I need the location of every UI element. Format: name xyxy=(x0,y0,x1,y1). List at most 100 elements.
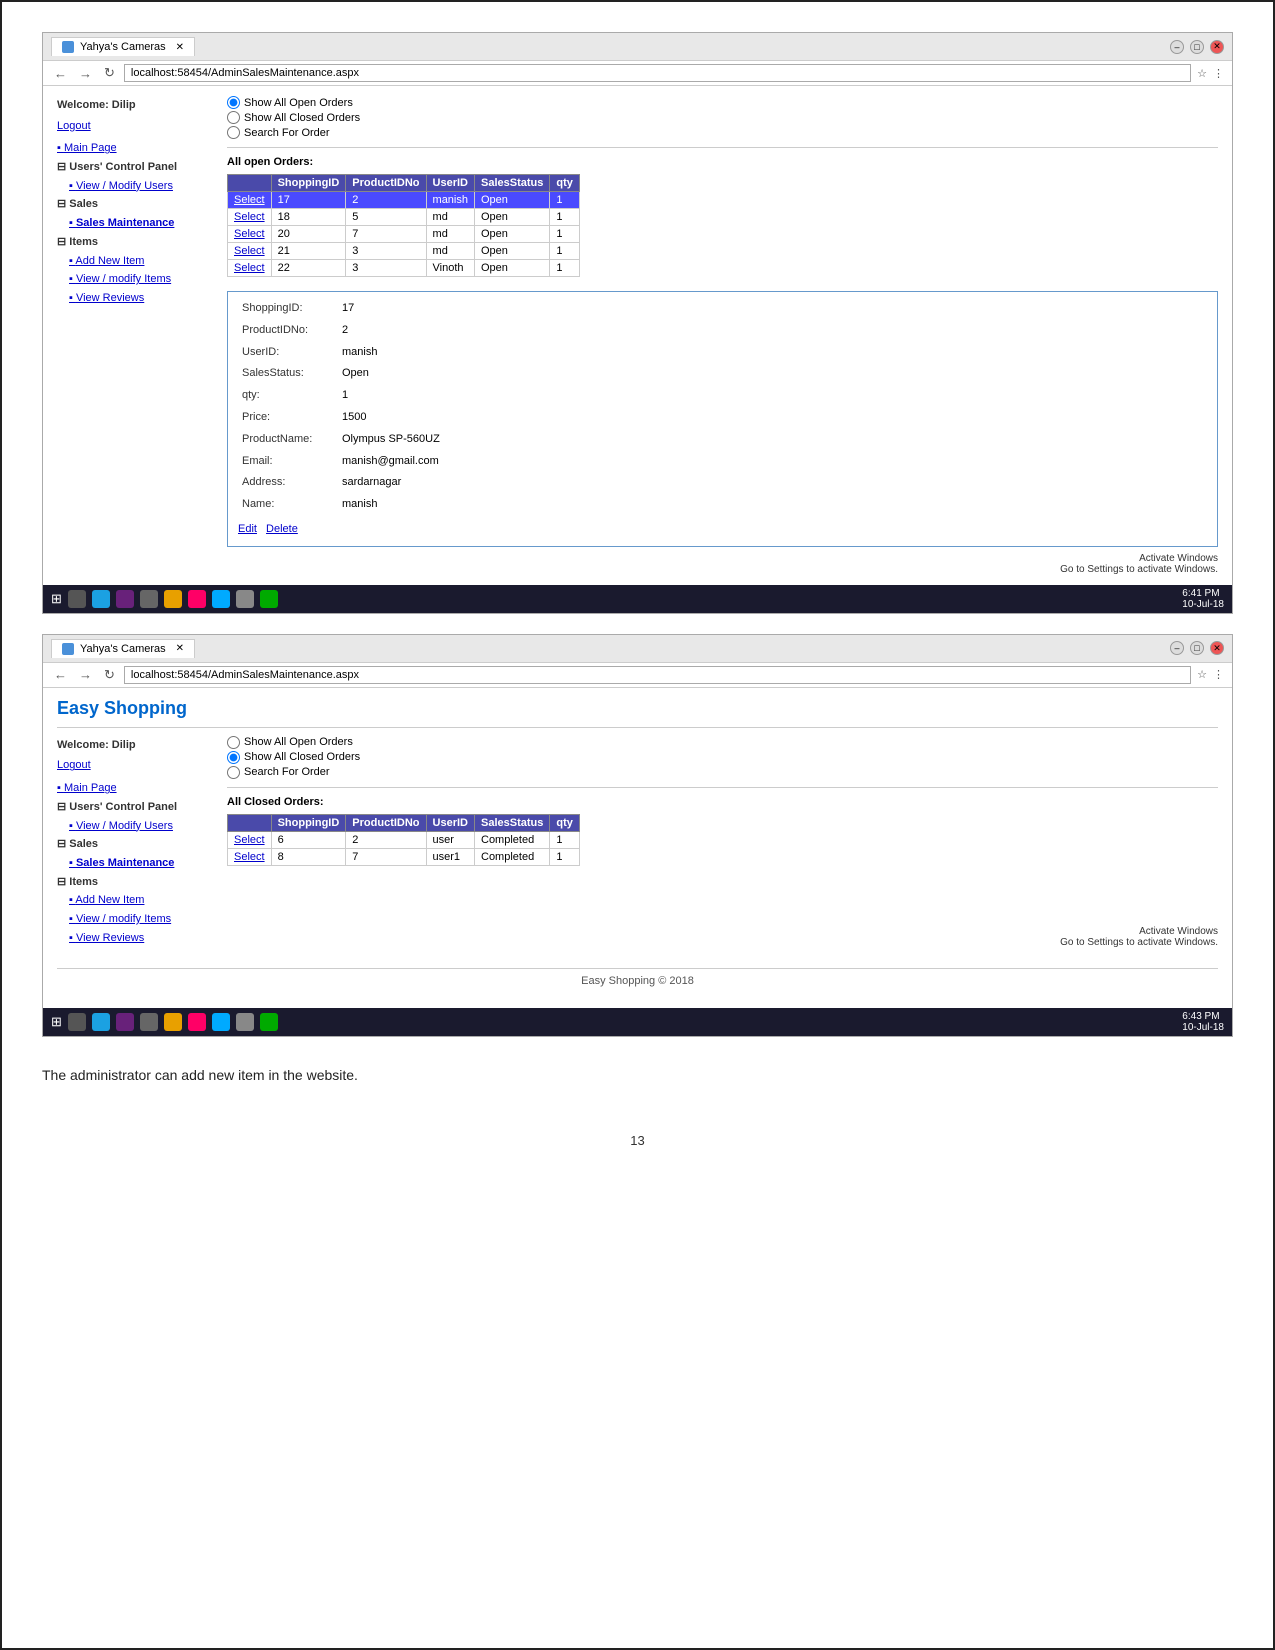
view-modify-users-1[interactable]: View / Modify Users xyxy=(69,177,217,196)
view-modify-items-link-1[interactable]: View / modify Items xyxy=(69,270,217,289)
taskbar-icon-tools-2[interactable] xyxy=(140,1013,158,1031)
taskbar-icon-app2-1[interactable] xyxy=(212,590,230,608)
users-control-panel-1[interactable]: Users' Control Panel xyxy=(57,158,217,177)
tab-close-2[interactable]: ✕ xyxy=(176,643,184,654)
back-btn-1[interactable]: ← xyxy=(51,66,70,81)
view-modify-items-link-2[interactable]: View / modify Items xyxy=(69,910,217,929)
view-reviews-link-2[interactable]: View Reviews xyxy=(69,929,217,948)
taskbar-icon-app1-2[interactable] xyxy=(188,1013,206,1031)
bookmark-icon-1[interactable]: ☆ xyxy=(1197,67,1207,80)
users-control-panel-2[interactable]: Users' Control Panel xyxy=(57,798,217,817)
taskbar-icon-vs-1[interactable] xyxy=(116,590,134,608)
select-link-20[interactable]: Select xyxy=(234,228,265,240)
logout-link-1[interactable]: Logout xyxy=(57,117,217,136)
address-input-2[interactable] xyxy=(124,666,1191,684)
taskbar-icon-app3-2[interactable] xyxy=(236,1013,254,1031)
taskbar-icon-vs-2[interactable] xyxy=(116,1013,134,1031)
cell-qty-18: 1 xyxy=(550,209,580,226)
restore-btn-2[interactable]: □ xyxy=(1190,641,1204,655)
radio-open-label-1: Show All Open Orders xyxy=(244,97,353,109)
select-link-8[interactable]: Select xyxy=(234,851,265,863)
back-btn-2[interactable]: ← xyxy=(51,667,70,682)
content-area-1: Show All Open Orders Show All Closed Ord… xyxy=(227,96,1218,575)
edit-link-1[interactable]: Edit xyxy=(238,523,257,535)
radio-open-orders-2[interactable]: Show All Open Orders xyxy=(227,736,1218,749)
delete-link-1[interactable]: Delete xyxy=(266,523,298,535)
refresh-btn-2[interactable]: ↻ xyxy=(101,667,118,683)
cell-productid-17: 2 xyxy=(346,192,426,209)
addressbar-1: ← → ↻ ☆ ⋮ xyxy=(43,61,1232,86)
select-link-22[interactable]: Select xyxy=(234,262,265,274)
minimize-btn-2[interactable]: – xyxy=(1170,641,1184,655)
taskbar-icon-grid-2[interactable] xyxy=(68,1013,86,1031)
main-page-link-1[interactable]: Main Page xyxy=(57,139,217,158)
taskbar-icon-app4-1[interactable] xyxy=(260,590,278,608)
logout-link-2[interactable]: Logout xyxy=(57,756,217,775)
value-userid: manish xyxy=(338,342,444,364)
cell-qty-6: 1 xyxy=(550,831,580,848)
main-page-link-2[interactable]: Main Page xyxy=(57,779,217,798)
table-row: Select 22 3 Vinoth Open 1 xyxy=(228,260,580,277)
radio-closed-orders-2[interactable]: Show All Closed Orders xyxy=(227,751,1218,764)
radio-open-orders-1[interactable]: Show All Open Orders xyxy=(227,96,1218,109)
detail-row: SalesStatus: Open xyxy=(238,363,444,385)
view-reviews-link-1[interactable]: View Reviews xyxy=(69,289,217,308)
divider-2 xyxy=(227,787,1218,788)
th-qty-2: qty xyxy=(550,814,580,831)
taskbar-icon-tools-1[interactable] xyxy=(140,590,158,608)
select-link-21[interactable]: Select xyxy=(234,245,265,257)
radio-search-order-1[interactable]: Search For Order xyxy=(227,126,1218,139)
footer-text-2: Easy Shopping © 2018 xyxy=(581,975,694,987)
taskbar-icon-folder-1[interactable] xyxy=(164,590,182,608)
tab-close-1[interactable]: ✕ xyxy=(176,42,184,53)
add-new-item-link-1[interactable]: Add New Item xyxy=(69,252,217,271)
select-link-6[interactable]: Select xyxy=(234,834,265,846)
menu-icon-2[interactable]: ⋮ xyxy=(1213,668,1224,681)
view-modify-users-2[interactable]: View / Modify Users xyxy=(69,817,217,836)
close-btn-2[interactable]: ✕ xyxy=(1210,641,1224,655)
browser-content-1: Welcome: Dilip Logout Main Page Users' C… xyxy=(43,86,1232,585)
detail-row: ShoppingID: 17 xyxy=(238,298,444,320)
sales-maintenance-link-2[interactable]: Sales Maintenance xyxy=(69,854,217,873)
forward-btn-1[interactable]: → xyxy=(76,66,95,81)
divider-1 xyxy=(227,147,1218,148)
cell-productid-18: 5 xyxy=(346,209,426,226)
taskbar-icon-app1-1[interactable] xyxy=(188,590,206,608)
browser-tab-1[interactable]: Yahya's Cameras ✕ xyxy=(51,37,195,56)
sales-header-1[interactable]: Sales xyxy=(57,195,217,214)
value-email: manish@gmail.com xyxy=(338,451,444,473)
value-qty: 1 xyxy=(338,385,444,407)
orders-table-2: ShoppingID ProductIDNo UserID SalesStatu… xyxy=(227,814,580,866)
activate-title-2: Activate Windows xyxy=(1139,926,1218,937)
add-new-item-link-2[interactable]: Add New Item xyxy=(69,891,217,910)
taskbar-icon-edge-1[interactable] xyxy=(92,590,110,608)
start-btn-1[interactable]: ⊞ xyxy=(51,591,62,607)
items-header-2[interactable]: Items xyxy=(57,873,217,892)
select-link-18[interactable]: Select xyxy=(234,211,265,223)
taskbar-icon-edge-2[interactable] xyxy=(92,1013,110,1031)
radio-search-order-2[interactable]: Search For Order xyxy=(227,766,1218,779)
taskbar-icon-folder-2[interactable] xyxy=(164,1013,182,1031)
taskbar-icon-app3-1[interactable] xyxy=(236,590,254,608)
menu-icon-1[interactable]: ⋮ xyxy=(1213,67,1224,80)
radio-closed-orders-1[interactable]: Show All Closed Orders xyxy=(227,111,1218,124)
browser-tab-2[interactable]: Yahya's Cameras ✕ xyxy=(51,639,195,658)
items-header-1[interactable]: Items xyxy=(57,233,217,252)
address-input-1[interactable] xyxy=(124,64,1191,82)
bookmark-icon-2[interactable]: ☆ xyxy=(1197,668,1207,681)
minimize-btn-1[interactable]: – xyxy=(1170,40,1184,54)
th-select-1 xyxy=(228,175,272,192)
select-link-17[interactable]: Select xyxy=(234,194,265,206)
taskbar-icon-grid-1[interactable] xyxy=(68,590,86,608)
taskbar-icon-app4-2[interactable] xyxy=(260,1013,278,1031)
forward-btn-2[interactable]: → xyxy=(76,667,95,682)
taskbar-icon-app2-2[interactable] xyxy=(212,1013,230,1031)
sales-header-2[interactable]: Sales xyxy=(57,835,217,854)
tab-favicon-1 xyxy=(62,41,74,53)
refresh-btn-1[interactable]: ↻ xyxy=(101,65,118,81)
sales-maintenance-link-1[interactable]: Sales Maintenance xyxy=(69,214,217,233)
close-btn-1[interactable]: ✕ xyxy=(1210,40,1224,54)
start-btn-2[interactable]: ⊞ xyxy=(51,1014,62,1030)
restore-btn-1[interactable]: □ xyxy=(1190,40,1204,54)
activate-settings-1: Go to Settings to activate Windows. xyxy=(1060,564,1218,575)
